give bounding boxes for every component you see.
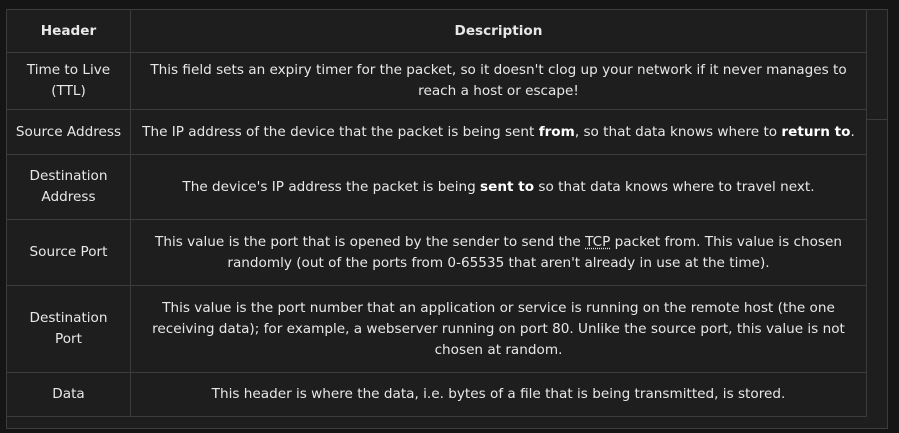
row-header-ttl: Time to Live (TTL) xyxy=(6,52,131,110)
tcp-header-table: Header Description Time to Live (TTL) Th… xyxy=(6,9,867,417)
row-description-destination-address: The device's IP address the packet is be… xyxy=(130,154,867,220)
table-scroll-edge xyxy=(866,9,888,120)
tcp-abbreviation[interactable]: TCP xyxy=(585,234,610,250)
table-row: Destination Address The device's IP addr… xyxy=(6,154,867,220)
row-header-destination-address: Destination Address xyxy=(6,154,131,220)
table-header-row: Header Description xyxy=(6,9,867,53)
row-header-destination-port: Destination Port xyxy=(6,285,131,373)
table-row: Destination Port This value is the port … xyxy=(6,285,867,373)
row-description-ttl: This field sets an expiry timer for the … xyxy=(130,52,867,110)
row-description-data: This header is where the data, i.e. byte… xyxy=(130,372,867,417)
row-header-data: Data xyxy=(6,372,131,417)
table-row: Time to Live (TTL) This field sets an ex… xyxy=(6,52,867,110)
row-header-source-port: Source Port xyxy=(6,219,131,286)
table-row: Source Address The IP address of the dev… xyxy=(6,109,867,155)
table-container: Header Description Time to Live (TTL) Th… xyxy=(6,9,888,429)
row-description-destination-port: This value is the port number that an ap… xyxy=(130,285,867,373)
column-header-description: Description xyxy=(130,9,867,53)
table-row: Data This header is where the data, i.e.… xyxy=(6,372,867,417)
row-description-source-port: This value is the port that is opened by… xyxy=(130,219,867,286)
table-row: Source Port This value is the port that … xyxy=(6,219,867,286)
row-description-source-address: The IP address of the device that the pa… xyxy=(130,109,867,155)
column-header-header: Header xyxy=(6,9,131,53)
row-header-source-address: Source Address xyxy=(6,109,131,155)
